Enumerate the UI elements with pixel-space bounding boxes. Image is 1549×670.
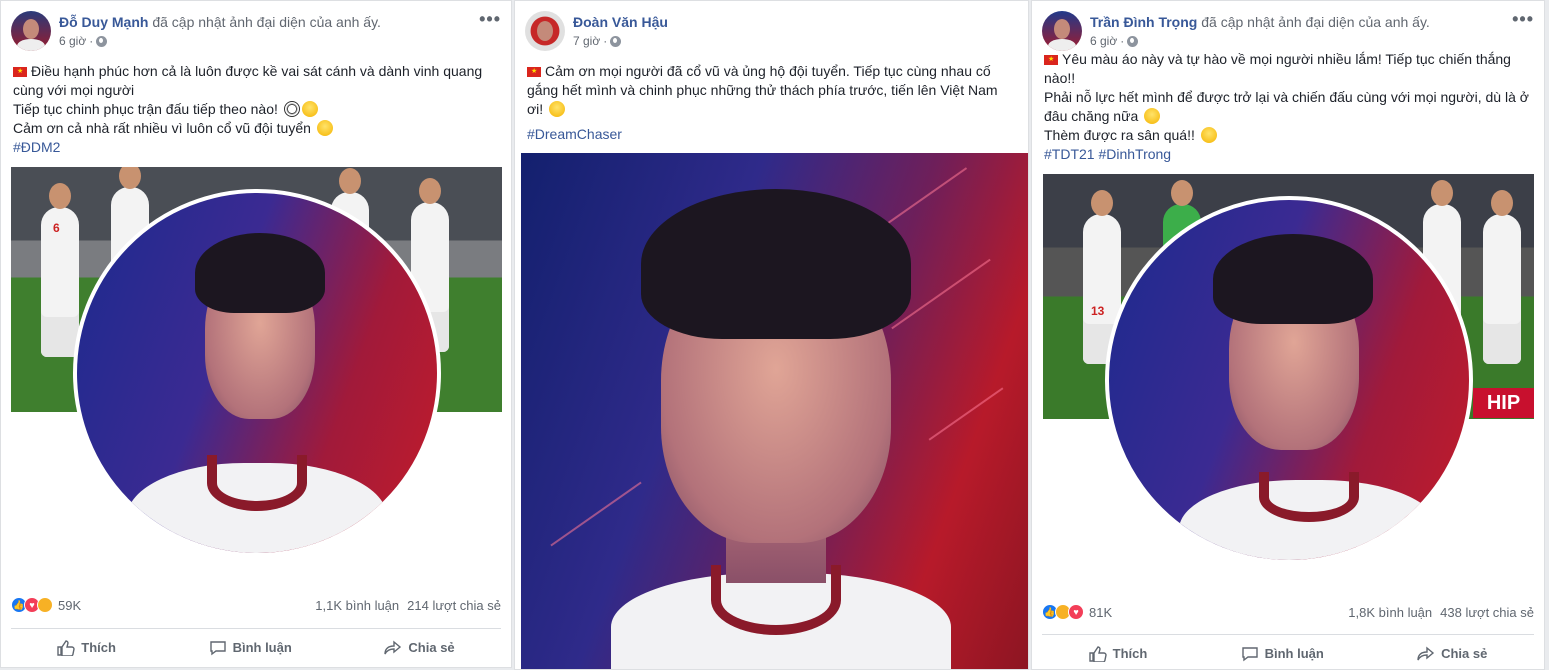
like-label: Thích — [1112, 646, 1148, 661]
vietnam-flag-icon — [1044, 55, 1058, 65]
comment-icon — [209, 640, 226, 655]
jersey-collar — [207, 455, 307, 511]
post-header: Đỗ Duy Mạnh đã cập nhật ảnh đại diện của… — [11, 11, 381, 51]
reaction-count[interactable]: 59K — [58, 598, 81, 613]
author-avatar[interactable] — [525, 11, 565, 51]
share-button[interactable]: Chia sẻ — [384, 640, 455, 656]
like-button[interactable]: Thích — [57, 639, 116, 656]
post-action-text: đã cập nhật ảnh đại diện của anh ấy. — [152, 14, 381, 30]
author-avatar[interactable] — [1042, 11, 1082, 51]
comment-count[interactable]: 1,1K bình luận — [315, 598, 399, 613]
profile-circle-frame — [73, 189, 441, 557]
globe-icon — [96, 35, 108, 47]
post-line: Thèm được ra sân quá!! — [1044, 127, 1195, 143]
post-action-text: đã cập nhật ảnh đại diện của anh ấy. — [1201, 14, 1430, 30]
profile-photo[interactable] — [521, 153, 1028, 669]
post-time[interactable]: 6 giờ — [1090, 33, 1117, 49]
crying-emoji-icon — [1200, 127, 1217, 143]
share-icon — [384, 640, 402, 654]
profile-photo[interactable]: 13 HIP — [1043, 174, 1534, 570]
jersey-number: 13 — [1091, 304, 1105, 318]
post-dinh-trong: Trần Đình Trọng đã cập nhật ảnh đại diện… — [1031, 0, 1545, 670]
reaction-summary: 👍 ♥ 59K 1,1K bình luận 214 lượt chia sẻ — [11, 597, 501, 613]
profile-circle-frame — [1105, 196, 1473, 564]
comment-button[interactable]: Bình luận — [1241, 646, 1324, 662]
love-reaction-icon[interactable]: ♥ — [1068, 604, 1084, 620]
author-name[interactable]: Trần Đình Trọng — [1090, 14, 1197, 30]
like-button[interactable]: Thích — [1088, 645, 1148, 662]
post-line: Điều hạnh phúc hơn cả là luôn được kề va… — [13, 63, 483, 98]
post-van-hau: Đoàn Văn Hậu 7 giờ· Cảm ơn mọi người đã … — [514, 0, 1029, 670]
light-streak — [550, 481, 642, 547]
reaction-count[interactable]: 81K — [1089, 605, 1112, 620]
post-text: Điều hạnh phúc hơn cả là luôn được kề va… — [13, 62, 499, 157]
heart-eyes-emoji-icon — [301, 101, 318, 117]
comment-label: Bình luận — [232, 640, 292, 655]
light-streak — [928, 387, 1004, 441]
kiss-emoji-icon — [316, 120, 333, 136]
player-hair — [1213, 234, 1373, 324]
share-icon — [1417, 646, 1435, 660]
player-hair — [195, 233, 325, 313]
author-name[interactable]: Đỗ Duy Mạnh — [59, 14, 148, 30]
share-label: Chia sẻ — [408, 640, 455, 655]
vietnam-flag-icon — [527, 67, 541, 77]
thumbs-up-icon — [57, 639, 75, 656]
profile-photo[interactable]: 6 — [11, 167, 502, 563]
action-bar: Thích Bình luận Chia sẻ — [1042, 634, 1534, 669]
hashtag-link[interactable]: #DreamChaser — [527, 126, 622, 142]
like-label: Thích — [81, 640, 116, 655]
author-name[interactable]: Đoàn Văn Hậu — [573, 14, 668, 30]
post-line: Cảm ơn cả nhà rất nhiều vì luôn cổ vũ độ… — [13, 120, 311, 136]
post-time[interactable]: 6 giờ — [59, 33, 86, 49]
flexed-biceps-icon — [1144, 108, 1161, 124]
post-line: Tiếp tục chinh phục trận đấu tiếp theo n… — [13, 101, 278, 117]
player-figure — [1483, 190, 1521, 364]
thumbs-up-icon — [1088, 645, 1107, 662]
globe-icon — [610, 35, 622, 47]
share-count[interactable]: 438 lượt chia sẻ — [1440, 605, 1534, 620]
jersey-number: 6 — [53, 221, 60, 235]
jersey-collar — [1259, 472, 1359, 522]
share-button[interactable]: Chia sẻ — [1417, 646, 1487, 662]
post-line: Phải nỗ lực hết mình để được trở lại và … — [1044, 89, 1529, 124]
comment-icon — [1241, 646, 1258, 661]
post-text: Cảm ơn mọi người đã cổ vũ và ủng hộ đội … — [527, 62, 1016, 144]
player-hair — [641, 189, 911, 339]
post-header: Đoàn Văn Hậu 7 giờ · — [525, 11, 668, 51]
post-header: Trần Đình Trọng đã cập nhật ảnh đại diện… — [1042, 11, 1430, 51]
post-line: Cảm ơn mọi người đã cổ vũ và ủng hộ đội … — [527, 63, 998, 117]
share-label: Chia sẻ — [1441, 646, 1488, 661]
flexed-biceps-icon — [549, 101, 566, 117]
soccer-ball-icon — [283, 101, 300, 117]
action-bar: Thích Bình luận Chia sẻ — [11, 628, 501, 666]
post-text: Yêu màu áo này và tự hào về mọi người nh… — [1044, 50, 1532, 164]
share-count[interactable]: 214 lượt chia sẻ — [407, 598, 501, 613]
reaction-summary: 👍 ♥ 81K 1,8K bình luận 438 lượt chia sẻ — [1042, 604, 1534, 620]
player-figure: 6 — [41, 183, 79, 357]
more-options-icon[interactable]: ••• — [1512, 9, 1534, 30]
vietnam-flag-icon — [13, 67, 27, 77]
post-time[interactable]: 7 giờ — [573, 33, 600, 49]
post-line: Yêu màu áo này và tự hào về mọi người nh… — [1044, 51, 1511, 86]
banner-text: HIP — [1473, 388, 1534, 418]
hashtag-link[interactable]: #ĐDM2 — [13, 139, 60, 155]
hashtag-link[interactable]: #TDT21 #DinhTrong — [1044, 146, 1171, 162]
comment-count[interactable]: 1,8K bình luận — [1348, 605, 1432, 620]
author-avatar[interactable] — [11, 11, 51, 51]
globe-icon — [1127, 35, 1139, 47]
more-options-icon[interactable]: ••• — [479, 9, 501, 30]
comment-label: Bình luận — [1264, 646, 1324, 661]
haha-reaction-icon[interactable] — [37, 597, 53, 613]
post-duy-manh: Đỗ Duy Mạnh đã cập nhật ảnh đại diện của… — [0, 0, 512, 668]
comment-button[interactable]: Bình luận — [209, 640, 292, 656]
